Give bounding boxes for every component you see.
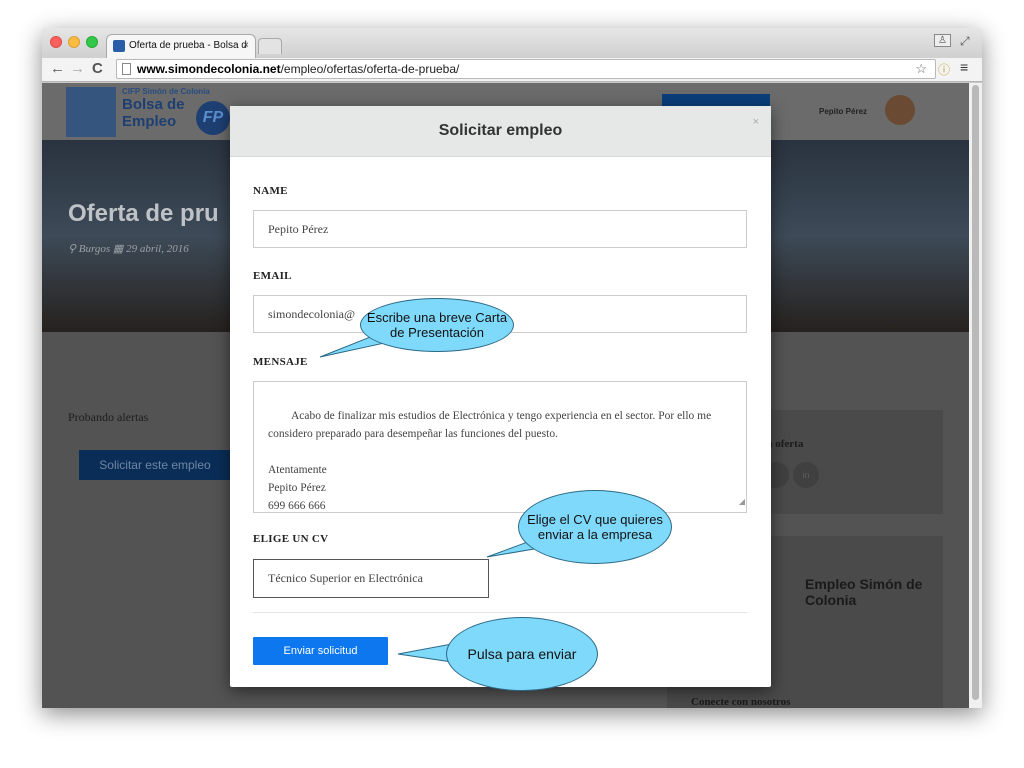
callout-send: Pulsa para enviar [446, 617, 598, 691]
callout-pointer-send [397, 643, 453, 663]
callout-cv: Elige el CV que quieres enviar a la empr… [518, 490, 672, 564]
callout-letter: Escribe una breve Carta de Presentación [360, 298, 514, 352]
